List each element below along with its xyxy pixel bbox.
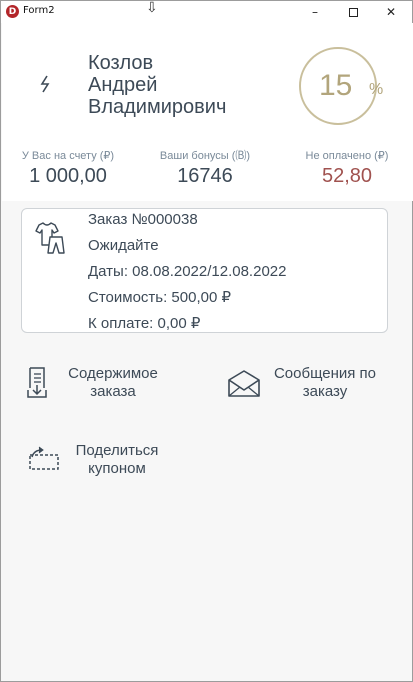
order-contents-button[interactable]: Содержимое заказа	[26, 365, 168, 401]
order-cost: Стоимость: 500,00 ₽	[88, 289, 232, 306]
order-dates: Даты: 08.08.2022/12.08.2022	[88, 263, 287, 280]
share-coupon-icon	[29, 446, 59, 470]
app-window: D Form2 ⇩ – ✕ Козлов Андрей Владимирович…	[0, 0, 413, 682]
user-last-name: Козлов	[88, 52, 154, 74]
order-contents-label: Содержимое заказа	[68, 365, 158, 400]
discount-badge: 15 %	[299, 47, 383, 125]
unpaid-value: 52,80	[321, 165, 373, 187]
balance-stat: У Вас на счету (₽) 1 000,00	[10, 150, 126, 189]
maximize-button[interactable]	[333, 1, 373, 23]
maximize-icon	[348, 7, 358, 17]
user-name: Козлов Андрей Владимирович	[88, 52, 288, 118]
user-first-name: Андрей	[88, 74, 158, 96]
window-title: Form2	[23, 5, 55, 16]
discount-value: 15	[319, 69, 353, 102]
order-messages-label: Сообщения по заказу	[273, 365, 377, 400]
user-patronymic: Владимирович	[88, 96, 227, 118]
share-coupon-button[interactable]: Поделиться купоном	[26, 442, 172, 478]
bonus-label: Ваши бонусы (🄑)	[159, 150, 251, 162]
share-coupon-label: Поделиться купоном	[75, 442, 159, 477]
close-button[interactable]: ✕	[371, 1, 411, 23]
unpaid-label: Не оплачено (₽)	[305, 150, 389, 162]
clothes-icon	[35, 222, 65, 254]
order-number: Заказ №000038	[88, 211, 198, 228]
bonus-stat: Ваши бонусы (🄑) 16746	[148, 150, 262, 189]
title-bar[interactable]: D Form2 ⇩ – ✕	[1, 0, 412, 23]
balance-label: У Вас на счету (₽)	[21, 150, 115, 162]
profile-header: Козлов Андрей Владимирович 15 % У Вас на…	[2, 23, 413, 201]
app-logo-icon: D	[6, 5, 19, 18]
envelope-icon	[228, 370, 260, 397]
order-messages-button[interactable]: Сообщения по заказу	[227, 365, 385, 401]
order-details: Заказ №000038 Ожидайте Даты: 08.08.2022/…	[88, 207, 286, 337]
document-download-icon	[27, 367, 47, 398]
balance-value: 1 000,00	[29, 165, 107, 187]
discount-unit: %	[369, 81, 384, 98]
order-card[interactable]: Заказ №000038 Ожидайте Даты: 08.08.2022/…	[21, 208, 388, 333]
order-to-pay: К оплате: 0,00 ₽	[88, 315, 201, 332]
mouse-cursor-icon: ⇩	[146, 0, 158, 16]
minimize-button[interactable]: –	[295, 1, 335, 23]
unpaid-stat: Не оплачено (₽) 52,80	[288, 150, 406, 189]
refresh-icon[interactable]	[36, 73, 54, 95]
bonus-value: 16746	[177, 165, 233, 187]
order-status: Ожидайте	[88, 237, 159, 254]
